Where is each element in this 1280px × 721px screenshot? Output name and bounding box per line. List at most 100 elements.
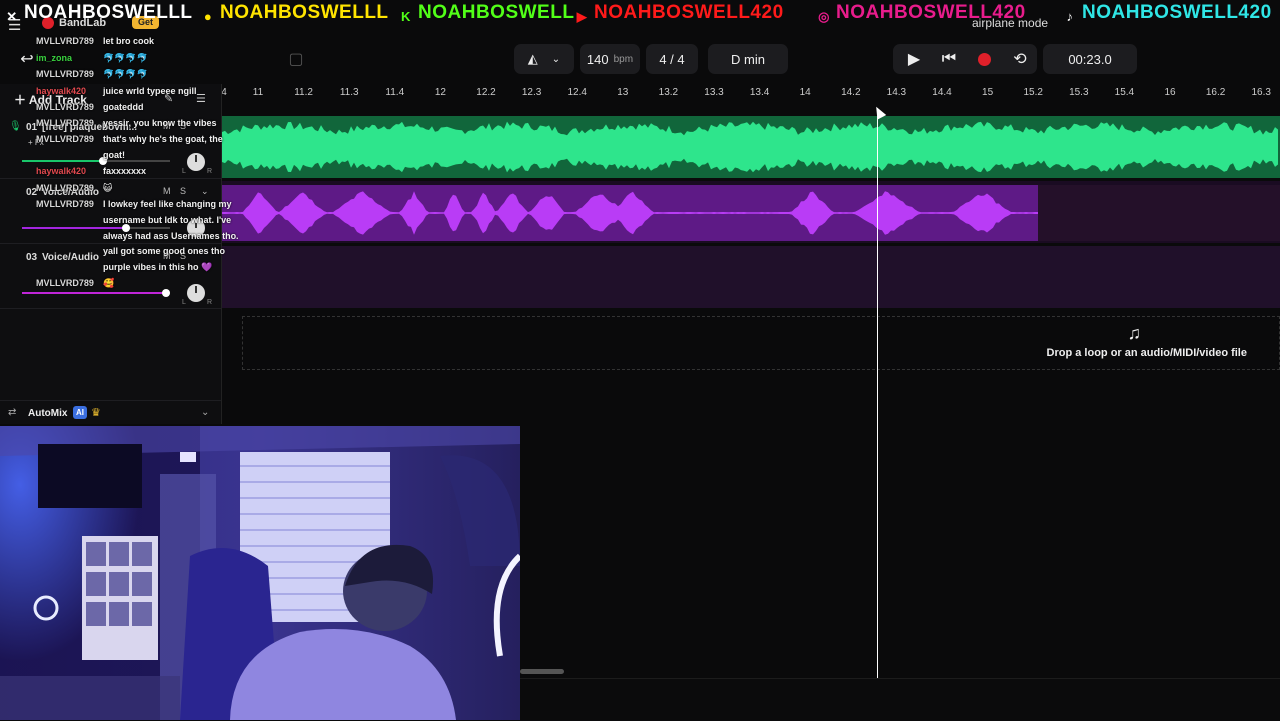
time-signature-value: 4 / 4 bbox=[659, 51, 685, 67]
track-lane-1[interactable] bbox=[222, 116, 1280, 178]
audio-clip-track-1[interactable] bbox=[222, 116, 1280, 178]
x-icon: ✕ bbox=[6, 9, 18, 24]
pan-left-label: L bbox=[182, 168, 186, 175]
track-number: 03 bbox=[26, 252, 38, 263]
timeline-ruler[interactable]: 4 11 11.2 11.3 11.4 12 12.2 12.3 12.4 13 13.2 13.3 1… bbox=[221, 84, 1280, 114]
ruler-tick-label: 15.3 bbox=[1069, 87, 1089, 98]
horizontal-scrollbar[interactable] bbox=[520, 669, 564, 674]
volume-slider[interactable] bbox=[22, 157, 170, 165]
tempo-field[interactable]: 140 bpm bbox=[580, 44, 640, 74]
chat-username: MVLLVRD789 bbox=[36, 36, 94, 46]
plus-icon: ＋ bbox=[14, 93, 27, 107]
ruler-tick-label: 13 bbox=[617, 87, 629, 98]
track-lane-3[interactable] bbox=[222, 246, 1280, 308]
microphone-icon[interactable]: 🎙 bbox=[9, 121, 22, 132]
kick-icon: K bbox=[401, 9, 411, 24]
volume-fill bbox=[22, 160, 104, 162]
webcam-image bbox=[0, 426, 520, 720]
automix-row[interactable]: ⇄ AutoMix AI ♛ ⌄ bbox=[0, 400, 221, 427]
chat-username: im_zona bbox=[36, 53, 73, 63]
tracks-settings-icon[interactable]: ☰ bbox=[196, 92, 206, 105]
volume-fill bbox=[22, 292, 166, 294]
ruler-tick-label: 11.2 bbox=[294, 87, 313, 98]
airplane-mode-text: airplane mode bbox=[972, 16, 1049, 30]
ruler-tick-label: 14.4 bbox=[932, 87, 952, 98]
panel-toggle-icon[interactable]: ▢ bbox=[281, 44, 311, 74]
metronome-button[interactable]: ◭ ⌄ bbox=[514, 44, 574, 74]
record-button[interactable] bbox=[969, 44, 999, 74]
ruler-tick-label: 12.3 bbox=[521, 87, 542, 98]
skip-to-start-icon[interactable]: ⏮ bbox=[934, 44, 964, 74]
chevron-down-icon[interactable]: ⌄ bbox=[201, 407, 209, 418]
waveform-path bbox=[222, 121, 1278, 173]
drop-zone[interactable]: ♫ Drop a loop or an audio/MIDI/video fil… bbox=[242, 316, 1280, 370]
record-icon bbox=[977, 52, 991, 66]
time-display: 00:23.0 bbox=[1043, 44, 1137, 74]
chevron-down-icon[interactable]: ⌄ bbox=[201, 186, 209, 197]
ruler-tick-label: 16.3 bbox=[1251, 87, 1271, 98]
banner-handle-youtube: ▶ NOAHBOSWELL420 bbox=[574, 2, 784, 27]
volume-slider[interactable] bbox=[22, 289, 170, 297]
waveform-path bbox=[222, 191, 1038, 235]
chat-username: MVLLVRD789 bbox=[36, 102, 94, 112]
automix-label: AutoMix bbox=[28, 408, 68, 419]
pan-knob[interactable] bbox=[187, 153, 205, 171]
waveform-track-2 bbox=[222, 191, 1038, 235]
time-signature-field[interactable]: 4 / 4 bbox=[646, 44, 698, 74]
crown-icon: ♛ bbox=[91, 407, 101, 419]
chat-message: username but Idk to what. I've bbox=[103, 215, 232, 225]
audio-clip-track-2[interactable] bbox=[222, 185, 1038, 241]
chat-username: MVLLVRD789 bbox=[36, 183, 94, 193]
ruler-tick-label: 13.4 bbox=[749, 87, 770, 98]
time-value: 00:23.0 bbox=[1068, 51, 1112, 67]
key-field[interactable]: D min bbox=[708, 44, 788, 74]
solo-button[interactable]: S bbox=[180, 186, 186, 196]
chat-username: MVLLVRD789 bbox=[36, 199, 94, 209]
ruler-tick-label: 14.3 bbox=[886, 87, 907, 98]
chat-username: MVLLVRD789 bbox=[36, 134, 94, 144]
chat-message: yessir, you know the vibes bbox=[103, 118, 217, 128]
volume-slider[interactable] bbox=[22, 224, 170, 232]
track-name[interactable]: Voice/Audio bbox=[42, 252, 99, 263]
chat-message: 😺 bbox=[103, 183, 113, 193]
volume-handle[interactable] bbox=[161, 289, 170, 297]
chat-username: MVLLVRD789 bbox=[36, 278, 94, 288]
chat-message: 🐬🐬🐬🐬 bbox=[103, 53, 148, 63]
banner-handle-text: NOAHBOSWELLL bbox=[24, 2, 193, 23]
sliders-icon: ⇄ bbox=[8, 407, 17, 418]
banner-handle-x: ✕ NOAHBOSWELLL bbox=[4, 2, 193, 27]
chat-message: let bro cook bbox=[103, 36, 155, 46]
drop-zone-text: Drop a loop or an audio/MIDI/video file bbox=[1046, 347, 1247, 359]
chat-message: goat! bbox=[103, 150, 125, 160]
metronome-icon: ◭ bbox=[527, 51, 538, 66]
chat-message: 🐬🐬🐬🐬 bbox=[103, 69, 148, 79]
chat-username: haywalk420 bbox=[36, 166, 87, 176]
chat-message: faxxxxxxx bbox=[103, 166, 147, 176]
bpm-value: 140 bbox=[586, 51, 609, 67]
music-note-icon: ♫ bbox=[1127, 323, 1142, 343]
waveform-track-1 bbox=[222, 121, 1278, 173]
ruler-tick-label: 14.2 bbox=[841, 87, 861, 98]
playhead[interactable] bbox=[877, 108, 878, 678]
pan-right-label: R bbox=[207, 299, 213, 306]
chat-username: haywalk420 bbox=[36, 86, 87, 96]
volume-fill bbox=[22, 227, 126, 229]
chevron-down-icon: ⌄ bbox=[551, 53, 561, 65]
loop-icon[interactable]: ⟲ bbox=[1005, 44, 1035, 74]
play-icon[interactable]: ▶ bbox=[899, 44, 929, 74]
youtube-icon: ▶ bbox=[576, 9, 588, 24]
mute-button[interactable]: M bbox=[163, 186, 171, 196]
chat-message: yall got some good ones tho bbox=[103, 246, 226, 256]
track-lane-2[interactable] bbox=[222, 181, 1280, 243]
banner-handle-kick: K NOAHBOSWELL bbox=[398, 2, 574, 27]
bottom-bar bbox=[520, 678, 1280, 721]
tiktok-icon: ♪ bbox=[1066, 9, 1074, 24]
pan-left-label: L bbox=[182, 299, 186, 306]
banner-handle-snapchat: ● NOAHBOSWELLL bbox=[200, 2, 389, 27]
banner-handle-text: NOAHBOSWELL bbox=[418, 2, 575, 23]
webcam-feed bbox=[0, 426, 520, 720]
instagram-icon: ◎ bbox=[818, 9, 830, 24]
ruler-tick-label: 15.4 bbox=[1114, 87, 1135, 98]
ruler-tick-label: 11.4 bbox=[385, 87, 405, 98]
pan-knob[interactable] bbox=[187, 284, 205, 302]
